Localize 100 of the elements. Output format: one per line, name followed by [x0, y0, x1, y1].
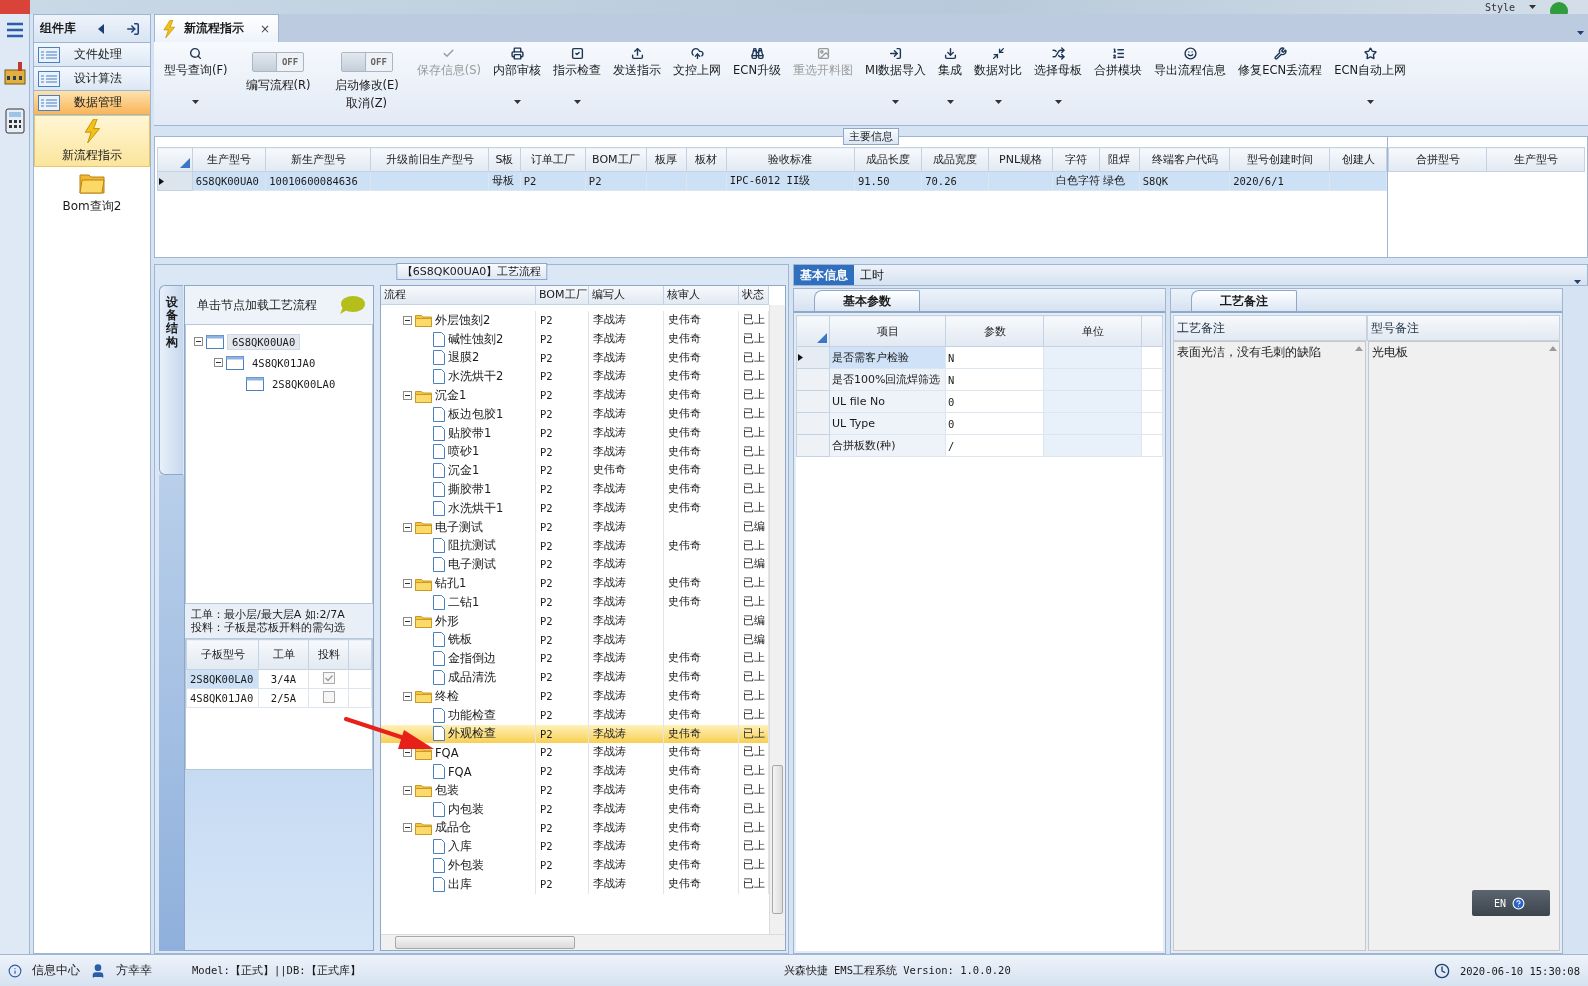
column-header[interactable]: BOM工厂: [585, 147, 647, 172]
column-header[interactable]: 参数: [945, 315, 1044, 347]
collapse-icon[interactable]: [403, 691, 412, 701]
column-header[interactable]: 终端客户代码: [1139, 147, 1230, 172]
toolbar-button[interactable]: 内部审核: [487, 42, 548, 107]
sidebar-group[interactable]: 数据管理: [34, 91, 150, 115]
toolbar-button[interactable]: 数据对比: [968, 42, 1029, 107]
collapse-icon[interactable]: [214, 358, 223, 367]
column-header[interactable]: BOM工厂: [536, 286, 589, 305]
column-header[interactable]: 板材: [686, 147, 727, 172]
column-header[interactable]: 子板型号: [186, 639, 259, 670]
tab[interactable]: 工时: [854, 265, 890, 285]
collapse-icon[interactable]: [403, 391, 412, 401]
style-menu[interactable]: Style: [1484, 1, 1515, 13]
menu-icon[interactable]: [5, 22, 24, 38]
toolbar-button[interactable]: 导出流程信息: [1148, 42, 1233, 78]
table-cell: 史伟奇: [664, 480, 739, 499]
column-header[interactable]: 投料: [308, 639, 349, 670]
toolbar-button[interactable]: 文控上网: [667, 42, 728, 78]
horizontal-scrollbar[interactable]: [381, 934, 785, 950]
column-header[interactable]: 生产型号: [192, 147, 266, 172]
speech-bubble-icon: [339, 295, 365, 315]
column-header[interactable]: 项目: [829, 315, 946, 347]
close-icon[interactable]: ×: [259, 21, 270, 36]
collapse-icon[interactable]: [403, 785, 412, 795]
tab[interactable]: 基本信息: [794, 265, 854, 285]
column-header[interactable]: 验收标准: [726, 147, 855, 172]
column-header[interactable]: 字符: [1052, 147, 1100, 172]
calculator-icon[interactable]: [2, 108, 27, 134]
column-header[interactable]: 流程: [381, 286, 536, 305]
column-header[interactable]: 核审人: [664, 286, 739, 305]
toolbar-button[interactable]: 选择母板: [1028, 42, 1089, 107]
toolbar-button[interactable]: ECN升级: [727, 42, 787, 78]
table-cell: P2: [536, 611, 589, 631]
panel-tab[interactable]: 基本参数: [814, 290, 920, 311]
toggle-button[interactable]: OFF 编写流程(R): [233, 42, 323, 93]
vertical-scrollbar[interactable]: [769, 305, 785, 934]
toolbar-button[interactable]: MI数据导入: [859, 42, 933, 107]
factory-icon[interactable]: [2, 60, 27, 86]
toggle-button[interactable]: OFF 启动修改(E) 取消(Z): [322, 42, 411, 111]
help-icon[interactable]: [1512, 896, 1526, 910]
node-label: 包装: [435, 782, 459, 798]
checkbox[interactable]: [322, 672, 335, 684]
toggle-switch[interactable]: OFF: [340, 52, 393, 72]
column-header[interactable]: 编写人: [589, 286, 664, 305]
collapse-icon[interactable]: [403, 616, 412, 626]
node-label: 水洗烘干2: [448, 369, 504, 385]
sidebar-group[interactable]: 文件处理: [34, 43, 150, 67]
toolbar-button[interactable]: 指示检查: [547, 42, 608, 107]
collapse-icon[interactable]: [403, 579, 412, 589]
collapse-icon[interactable]: [403, 315, 412, 325]
collapse-icon[interactable]: [403, 823, 412, 833]
column-header[interactable]: 状态: [739, 286, 769, 305]
column-header[interactable]: 成品宽度: [921, 147, 989, 172]
tree-node[interactable]: 6S8QK00UA0: [227, 333, 301, 350]
toolbar-button[interactable]: 集成: [932, 42, 969, 107]
column-header[interactable]: 升级前旧生产型号: [370, 147, 489, 172]
sidebar-group[interactable]: 设计算法: [34, 67, 150, 91]
column-header[interactable]: 工单: [258, 639, 309, 670]
toolbar-button[interactable]: 合拼模块: [1088, 42, 1149, 78]
panel-tab[interactable]: 工艺备注: [1191, 290, 1297, 311]
collapse-left-icon[interactable]: [98, 23, 104, 34]
toggle-switch[interactable]: OFF: [252, 52, 305, 72]
table-cell: 李战涛: [589, 311, 664, 330]
column-header[interactable]: S板: [488, 147, 521, 172]
toolbar-button[interactable]: ECN自动上网: [1328, 42, 1413, 107]
checkbox[interactable]: [322, 691, 335, 703]
text-area[interactable]: 表面光洁，没有毛刺的缺陷: [1173, 341, 1366, 951]
table-cell: 史伟奇: [664, 498, 739, 518]
info-icon[interactable]: [8, 963, 22, 978]
table-cell: 史伟奇: [664, 762, 739, 781]
collapse-icon[interactable]: [194, 337, 203, 346]
column-header[interactable]: 合拼型号: [1388, 147, 1487, 172]
toolbar-button[interactable]: 型号查询(F): [158, 42, 234, 107]
column-header[interactable]: 生产型号: [1486, 147, 1585, 172]
column-header[interactable]: 单位: [1043, 315, 1142, 347]
binoculars-icon: [750, 46, 764, 60]
collapse-icon[interactable]: [403, 522, 412, 532]
column-header[interactable]: 板厚: [646, 147, 687, 172]
table-cell: 李战涛: [589, 386, 664, 405]
caret-icon: [1366, 100, 1374, 104]
node-label: 二钻1: [448, 594, 480, 610]
row-header[interactable]: [796, 346, 830, 369]
upload-icon: [630, 46, 644, 60]
pin-icon[interactable]: [126, 21, 140, 36]
side-tab[interactable]: 设备结构: [159, 285, 183, 475]
sidebar-item[interactable]: 新流程指示: [34, 115, 150, 167]
toolbar-button[interactable]: 发送指示: [607, 42, 668, 78]
document-tab[interactable]: 新流程指示 ×: [154, 14, 279, 42]
toolbar-button[interactable]: 修复ECN丢流程: [1232, 42, 1329, 78]
column-header[interactable]: PNL规格: [989, 147, 1053, 172]
status-text[interactable]: 信息中心: [32, 962, 80, 979]
input-method-widget[interactable]: EN: [1472, 890, 1550, 916]
column-header[interactable]: 订单工厂: [520, 147, 586, 172]
column-header[interactable]: 成品长度: [854, 147, 922, 172]
column-header[interactable]: 阻焊: [1099, 147, 1140, 172]
column-header[interactable]: 新生产型号: [265, 147, 371, 172]
column-header[interactable]: 创建人: [1329, 147, 1387, 172]
column-header[interactable]: 型号创建时间: [1229, 147, 1330, 172]
node-label: 外观检查: [448, 726, 496, 742]
